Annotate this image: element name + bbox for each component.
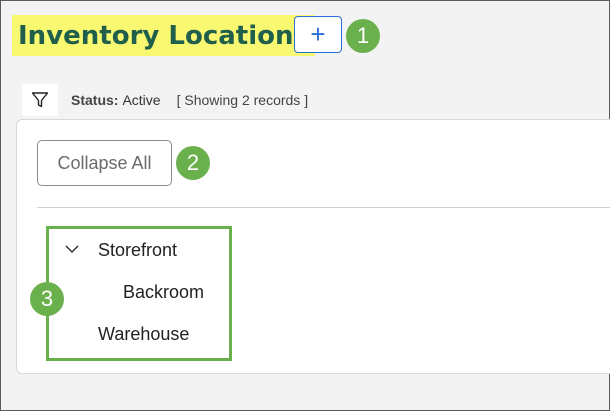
callout-badge-3: 3: [30, 282, 64, 316]
collapse-all-button[interactable]: Collapse All: [37, 140, 172, 186]
callout-badge-2: 2: [176, 146, 210, 180]
chevron-down-icon[interactable]: [64, 241, 80, 257]
status-filter-summary: Status: Active [ Showing 2 records ]: [71, 92, 308, 108]
status-label: Status:: [71, 92, 119, 108]
page-title: Inventory Locations: [18, 20, 309, 51]
records-count: [ Showing 2 records ]: [176, 92, 309, 108]
tree-item-backroom[interactable]: Backroom: [123, 282, 204, 303]
divider: [37, 207, 610, 208]
filter-button[interactable]: [22, 84, 58, 116]
callout-badge-1: 1: [346, 19, 380, 53]
add-location-button[interactable]: +: [294, 16, 342, 53]
tree-item-storefront[interactable]: Storefront: [98, 240, 177, 261]
page-title-highlight: Inventory Locations: [12, 15, 315, 56]
status-value: Active: [122, 92, 161, 108]
tree-item-warehouse[interactable]: Warehouse: [98, 324, 189, 345]
filter-icon: [31, 92, 49, 108]
